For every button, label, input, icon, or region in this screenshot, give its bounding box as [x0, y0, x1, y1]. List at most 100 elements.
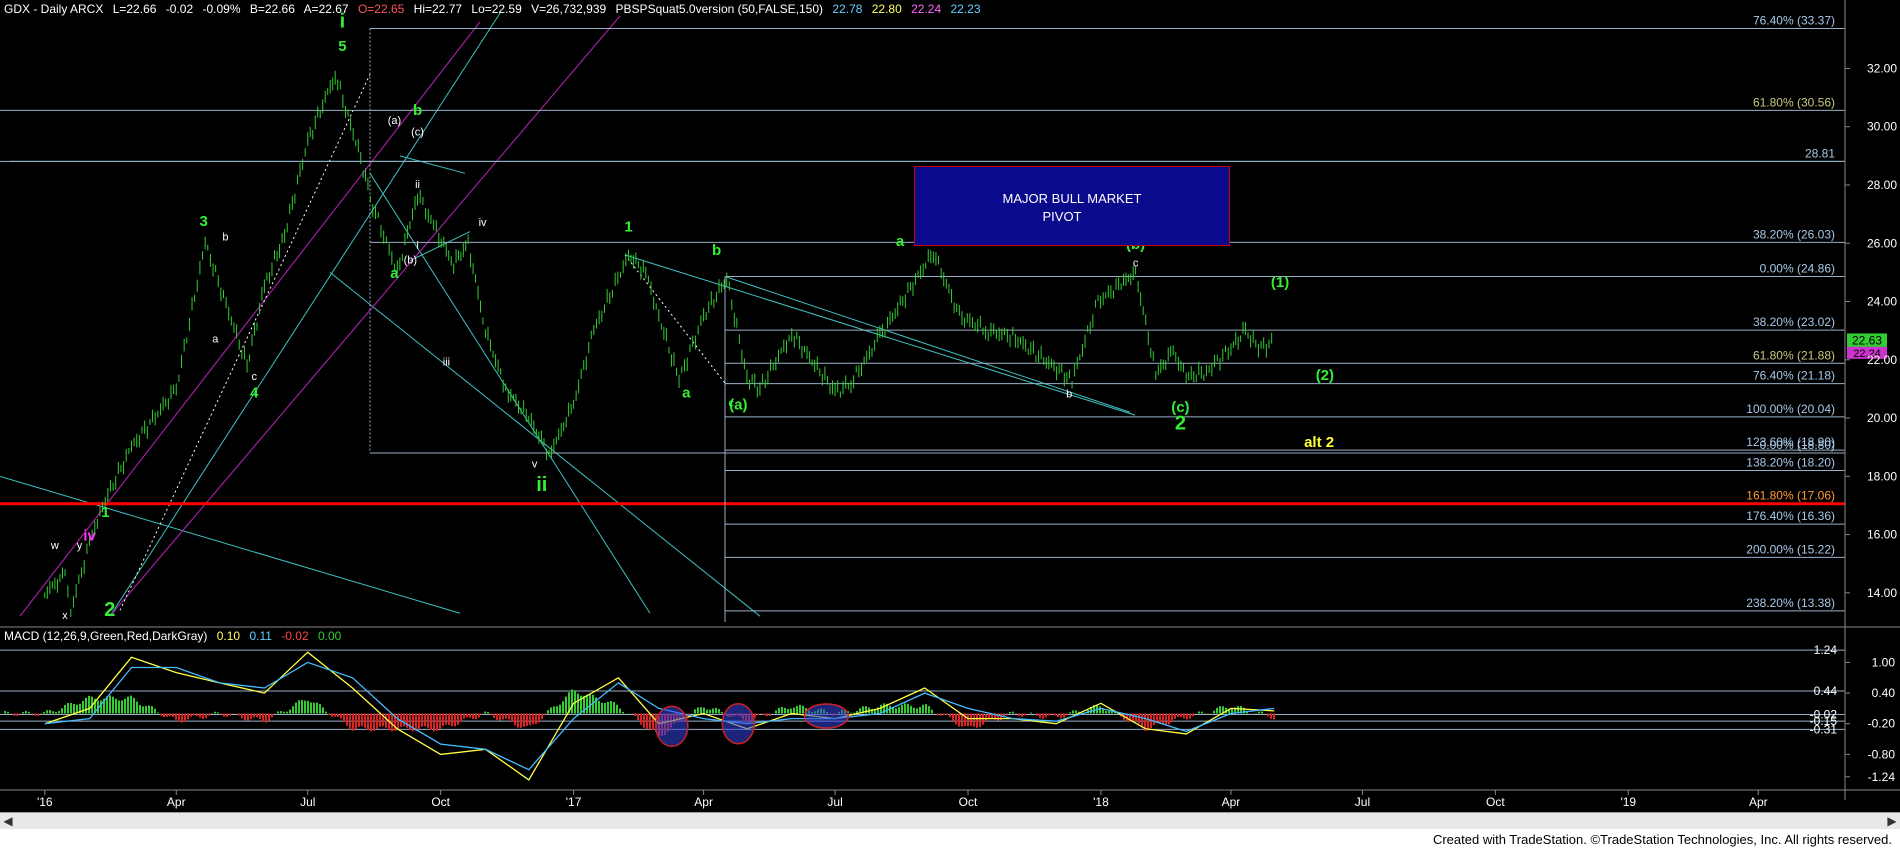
highlight-ellipse [803, 703, 850, 729]
macd-value-3: -0.02 [281, 629, 309, 643]
wave-label: a [682, 385, 691, 402]
symbol: GDX - Daily ARCX [4, 2, 104, 16]
macd-tick-label: -0.80 [1868, 747, 1896, 761]
macd-name: MACD (12,26,9,Green,Red,DarkGray) [4, 629, 208, 643]
macd-value-2: 0.11 [249, 629, 272, 643]
wave-label: w [50, 540, 59, 552]
macd-tick-label: 0.40 [1872, 686, 1896, 700]
wave-label: 5 [338, 38, 346, 55]
fib-label: 38.20% (23.02) [1753, 315, 1835, 329]
price-tick-label: 18.00 [1867, 469, 1897, 483]
indicator-value-3: 22.24 [911, 2, 942, 16]
fib-label: 28.81 [1805, 146, 1835, 160]
x-tick-label: Oct [1486, 795, 1505, 809]
wave-label: iv [479, 217, 487, 229]
indicator-name: PBSPSquat5.0version (50,FALSE,150) [615, 2, 824, 16]
wave-label: 4 [250, 385, 259, 402]
fib-label: 0.00% (24.86) [1760, 261, 1835, 275]
open: O=22.65 [357, 2, 405, 16]
copyright: Created with TradeStation. ©TradeStation… [1432, 832, 1892, 847]
scroll-right-icon[interactable]: ▶ [1884, 813, 1900, 829]
x-tick-label: Apr [1222, 795, 1241, 809]
highlight-ellipse [655, 705, 689, 748]
wave-label: b [222, 231, 228, 243]
price-tick-label: 22.00 [1867, 353, 1897, 367]
x-tick-label: '18 [1093, 795, 1109, 809]
change-pct: -0.09% [202, 2, 241, 16]
wave-label: a [896, 233, 905, 250]
highlight-ellipse [721, 702, 756, 745]
scroll-left-icon[interactable]: ◀ [0, 813, 16, 829]
x-tick-label: '19 [1620, 795, 1636, 809]
indicator-value-1: 22.78 [832, 2, 863, 16]
volume: V=26,732,939 [531, 2, 607, 16]
macd-ref-label: -0.31 [1810, 722, 1838, 736]
macd-ref-label: 1.24 [1814, 643, 1838, 657]
macd-value-1: 0.10 [216, 629, 241, 643]
x-tick-label: Oct [959, 795, 978, 809]
chart-header: GDX - Daily ARCX L=22.66 -0.02 -0.09% B=… [4, 2, 987, 16]
wave-label: ii [415, 179, 420, 191]
fib-label: 100.00% (20.04) [1746, 402, 1835, 416]
wave-label: i [416, 240, 418, 252]
macd-header: MACD (12,26,9,Green,Red,DarkGray) 0.10 0… [4, 629, 347, 643]
last-price: L=22.66 [112, 2, 157, 16]
wave-label: v [532, 459, 538, 471]
fib-label: 38.20% (26.03) [1753, 227, 1835, 241]
wave-label: b [712, 242, 721, 259]
bid: B=22.66 [249, 2, 295, 16]
change: -0.02 [165, 2, 194, 16]
wave-label: (b) [404, 255, 417, 267]
price-tick-label: 24.00 [1867, 295, 1897, 309]
wave-label: (1) [1271, 274, 1289, 291]
wave-label: iv [83, 527, 96, 544]
price-tick-label: 26.00 [1867, 236, 1897, 250]
macd-tick-label: -0.20 [1868, 717, 1896, 731]
x-tick-label: Jul [827, 795, 842, 809]
macd-ref-label: -0.02 [1810, 708, 1838, 722]
x-tick-label: Jul [1355, 795, 1370, 809]
wave-label: a [212, 333, 219, 345]
wave-label: c [252, 371, 258, 383]
fib-label: 61.80% (21.88) [1753, 348, 1835, 362]
wave-label: (2) [1316, 367, 1334, 384]
macd-ref-label: 0.44 [1814, 684, 1838, 698]
wave-label: 1 [101, 504, 109, 521]
ask: A=22.67 [303, 2, 349, 16]
x-tick-label: Oct [431, 795, 450, 809]
macd-tick-label: -1.24 [1868, 770, 1896, 784]
wave-label: (a) [729, 396, 747, 413]
wave-label: ii [536, 474, 547, 496]
horizontal-scrollbar[interactable]: ◀ ▶ [0, 812, 1900, 829]
wave-label: a [390, 265, 399, 282]
fib-label: 138.20% (18.20) [1746, 456, 1835, 470]
macd-value-4: 0.00 [317, 629, 342, 643]
fib-label: 238.20% (13.38) [1746, 596, 1835, 610]
wave-label: b [413, 102, 422, 119]
wave-label: 3 [200, 213, 208, 230]
fib-label: 61.80% (30.56) [1753, 95, 1835, 109]
wave-label: (a) [388, 115, 401, 127]
price-tick-label: 16.00 [1867, 528, 1897, 542]
wave-label: iii [443, 357, 450, 369]
wave-label: c [1133, 258, 1139, 270]
last-price-label: 22.63 [1852, 333, 1882, 347]
wave-label: 2 [104, 599, 115, 621]
pivot-line-1: MAJOR BULL MARKET [1002, 191, 1142, 206]
x-tick-label: Apr [694, 795, 713, 809]
x-tick-label: Apr [167, 795, 186, 809]
x-tick-label: Apr [1749, 795, 1768, 809]
fib-label: 161.80% (17.06) [1746, 489, 1835, 503]
x-tick-label: '17 [566, 795, 582, 809]
macd-tick-label: 1.00 [1872, 655, 1896, 669]
fib-label: 76.40% (21.18) [1753, 369, 1835, 383]
wave-label: y [77, 540, 83, 552]
price-tick-label: 20.00 [1867, 411, 1897, 425]
pivot-box: MAJOR BULL MARKET PIVOT [914, 166, 1230, 246]
wave-label: (c) [411, 126, 424, 138]
pivot-line-2: PIVOT [1042, 209, 1082, 224]
price-tick-label: 30.00 [1867, 120, 1897, 134]
price-tick-label: 14.00 [1867, 586, 1897, 600]
chart-canvas: 1.240.44-0.15-0.31-0.02 76.40% (33.37)61… [0, 0, 1900, 812]
footer: Created with TradeStation. ©TradeStation… [0, 829, 1900, 850]
